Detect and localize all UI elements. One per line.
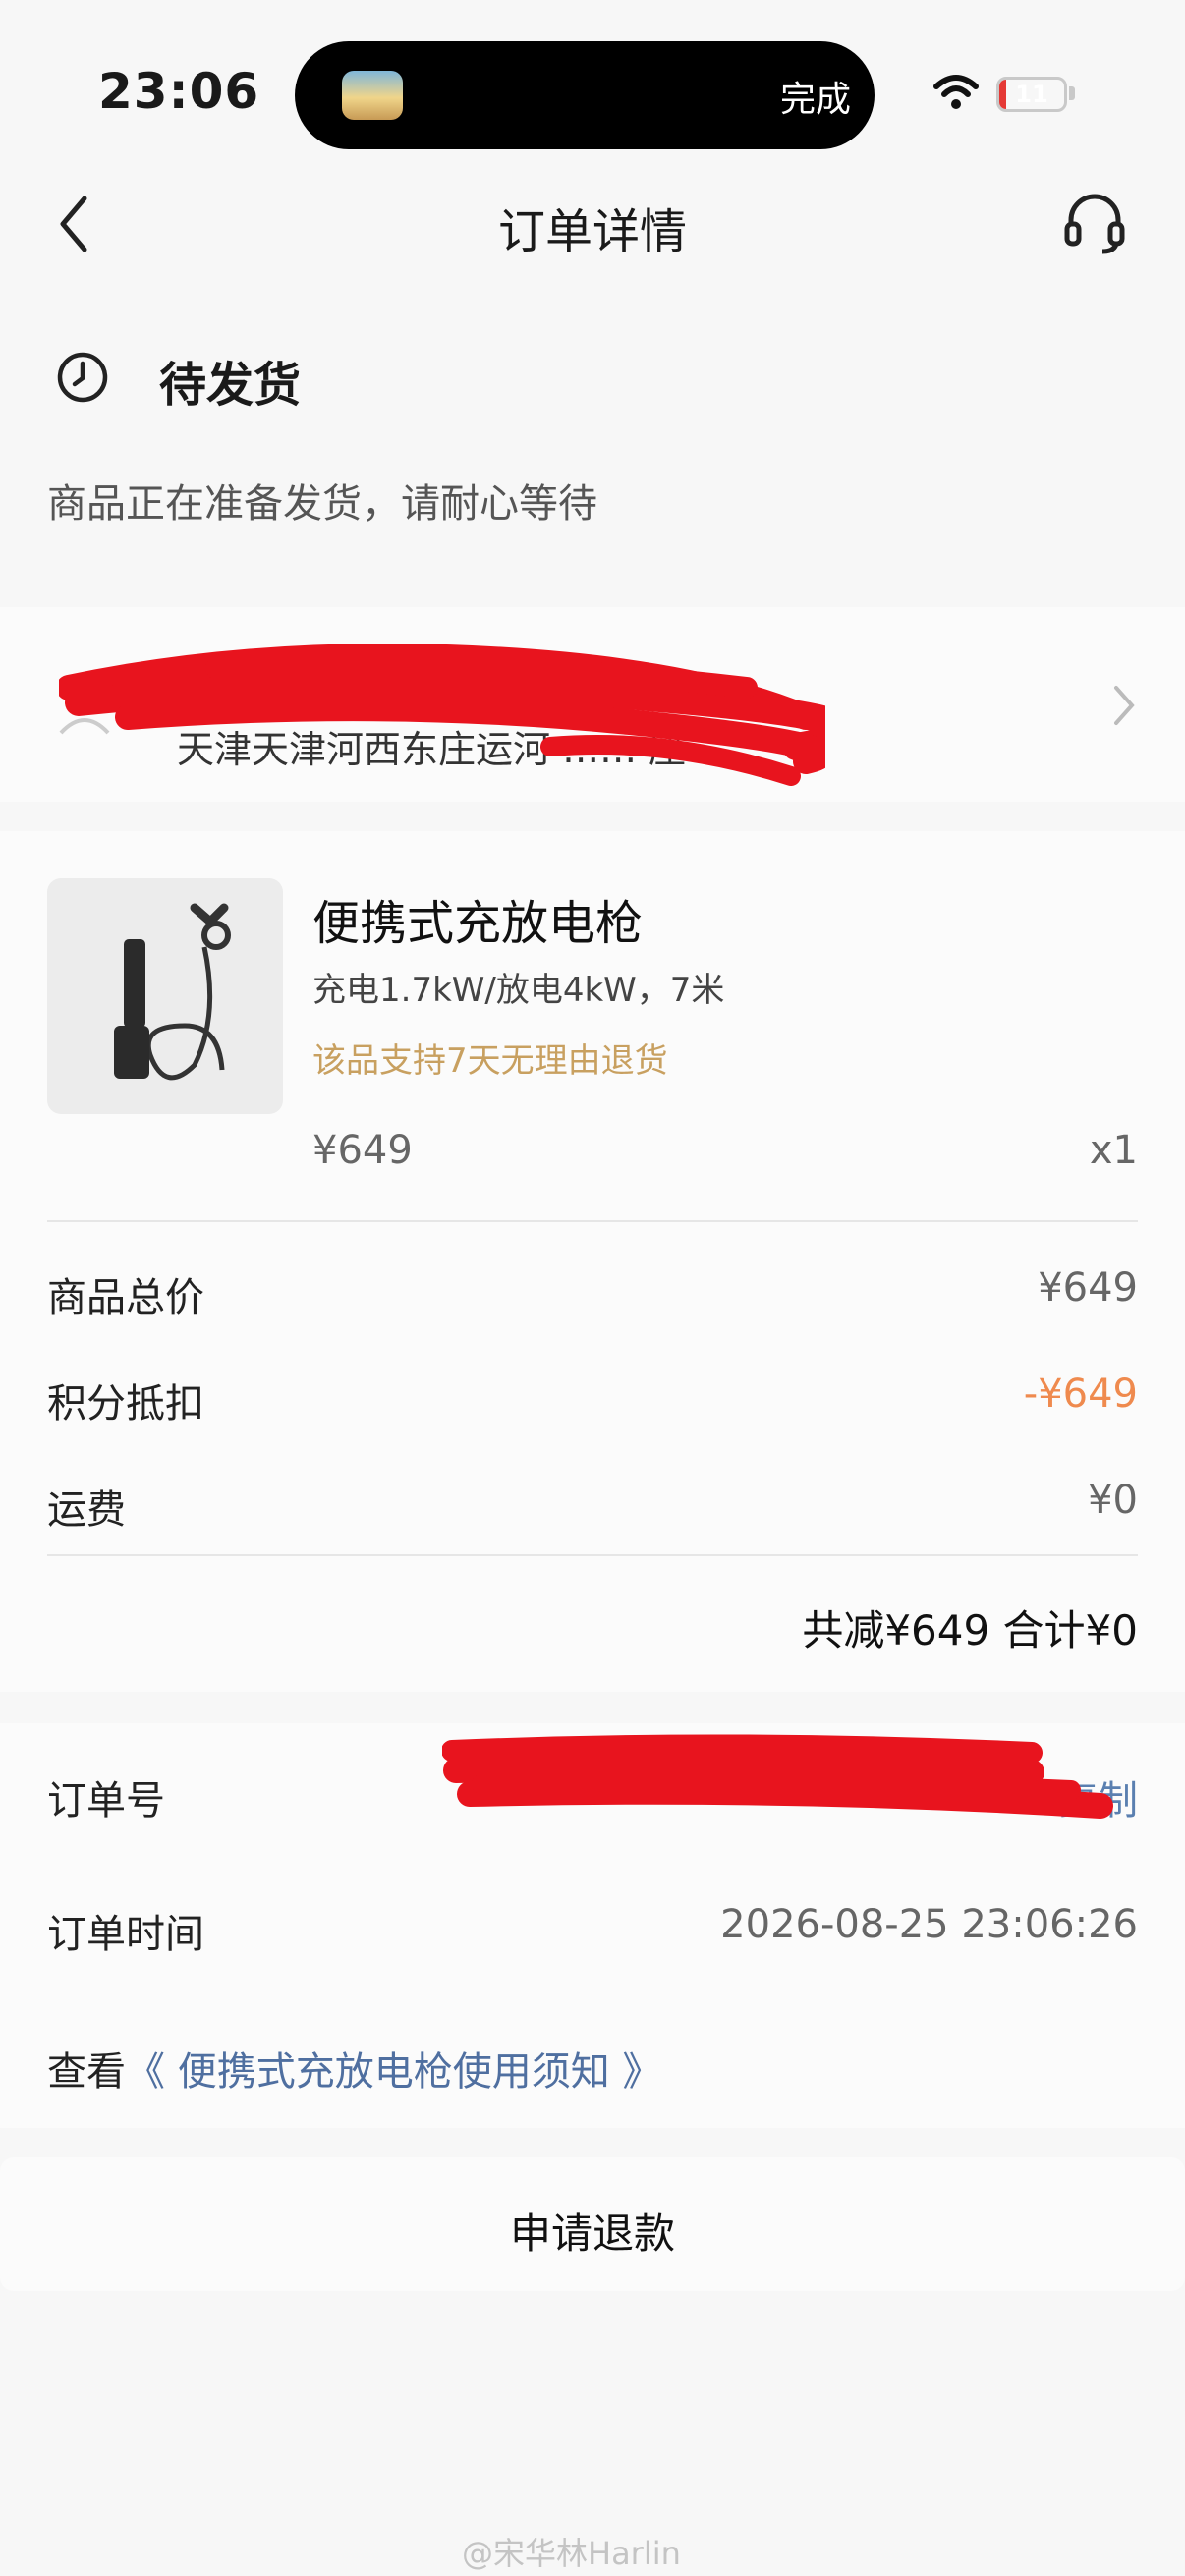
product-image[interactable] bbox=[47, 878, 283, 1114]
product-price: ¥649 bbox=[312, 1128, 413, 1173]
dynamic-island[interactable]: 完成 bbox=[295, 41, 875, 149]
recipient-address: 天津天津河西东庄运河 …… 座 bbox=[177, 728, 687, 771]
order-status-title: 待发货 bbox=[159, 358, 302, 413]
product-name[interactable]: 便携式充放电枪 bbox=[312, 884, 643, 953]
product-spec: 充电1.7kW/放电4kW，7米 bbox=[312, 971, 725, 1010]
shipping-row-label: 运费 bbox=[47, 1487, 126, 1533]
order-status-description: 商品正在准备发货，请耐心等待 bbox=[47, 481, 597, 527]
order-summary: 共减¥649 合计¥0 bbox=[802, 1606, 1138, 1654]
recipient-name: 宋 …… 1130 bbox=[177, 653, 408, 697]
activity-done-label: 完成 bbox=[779, 80, 851, 120]
headset-icon[interactable] bbox=[1059, 187, 1130, 257]
divider bbox=[47, 1554, 1138, 1556]
divider bbox=[47, 1220, 1138, 1222]
shipping-row-value: ¥0 bbox=[1088, 1478, 1138, 1523]
order-time-value: 2026-08-25 23:06:26 bbox=[720, 1902, 1138, 1947]
clock-icon bbox=[57, 352, 108, 403]
wifi-icon bbox=[933, 75, 979, 109]
charger-icon bbox=[114, 903, 231, 1081]
usage-notice: 查看《 便携式充放电枪使用须知 》 bbox=[47, 2040, 661, 2097]
chevron-right-icon bbox=[1114, 686, 1135, 725]
activity-thumbnail bbox=[342, 71, 403, 120]
usage-notice-link[interactable]: 《 便携式充放电枪使用须知 》 bbox=[126, 2049, 661, 2095]
page-title: 订单详情 bbox=[497, 204, 687, 259]
copy-separator bbox=[1026, 1768, 1028, 1814]
refund-button[interactable]: 申请退款 bbox=[0, 2201, 1185, 2261]
battery-tip bbox=[1069, 86, 1075, 100]
status-time: 23:06 bbox=[98, 63, 260, 120]
battery-level: 11 bbox=[1015, 81, 1048, 108]
person-icon bbox=[59, 684, 110, 735]
points-row-label: 积分抵扣 bbox=[47, 1381, 204, 1427]
usage-notice-prefix: 查看 bbox=[47, 2049, 126, 2095]
price-row-label: 商品总价 bbox=[47, 1275, 204, 1320]
points-row-value: -¥649 bbox=[1023, 1372, 1138, 1417]
battery-icon: 11 bbox=[996, 77, 1067, 112]
product-quantity: x1 bbox=[1089, 1128, 1138, 1173]
price-row-value: ¥649 bbox=[1038, 1265, 1138, 1311]
order-time-label: 订单时间 bbox=[47, 1912, 204, 1957]
order-number-label: 订单号 bbox=[47, 1778, 165, 1823]
copy-button[interactable]: 复制 bbox=[1059, 1768, 1138, 1825]
return-policy: 该品支持7天无理由退货 bbox=[312, 1041, 668, 1081]
watermark: @宋华林Harlin bbox=[462, 2535, 681, 2572]
